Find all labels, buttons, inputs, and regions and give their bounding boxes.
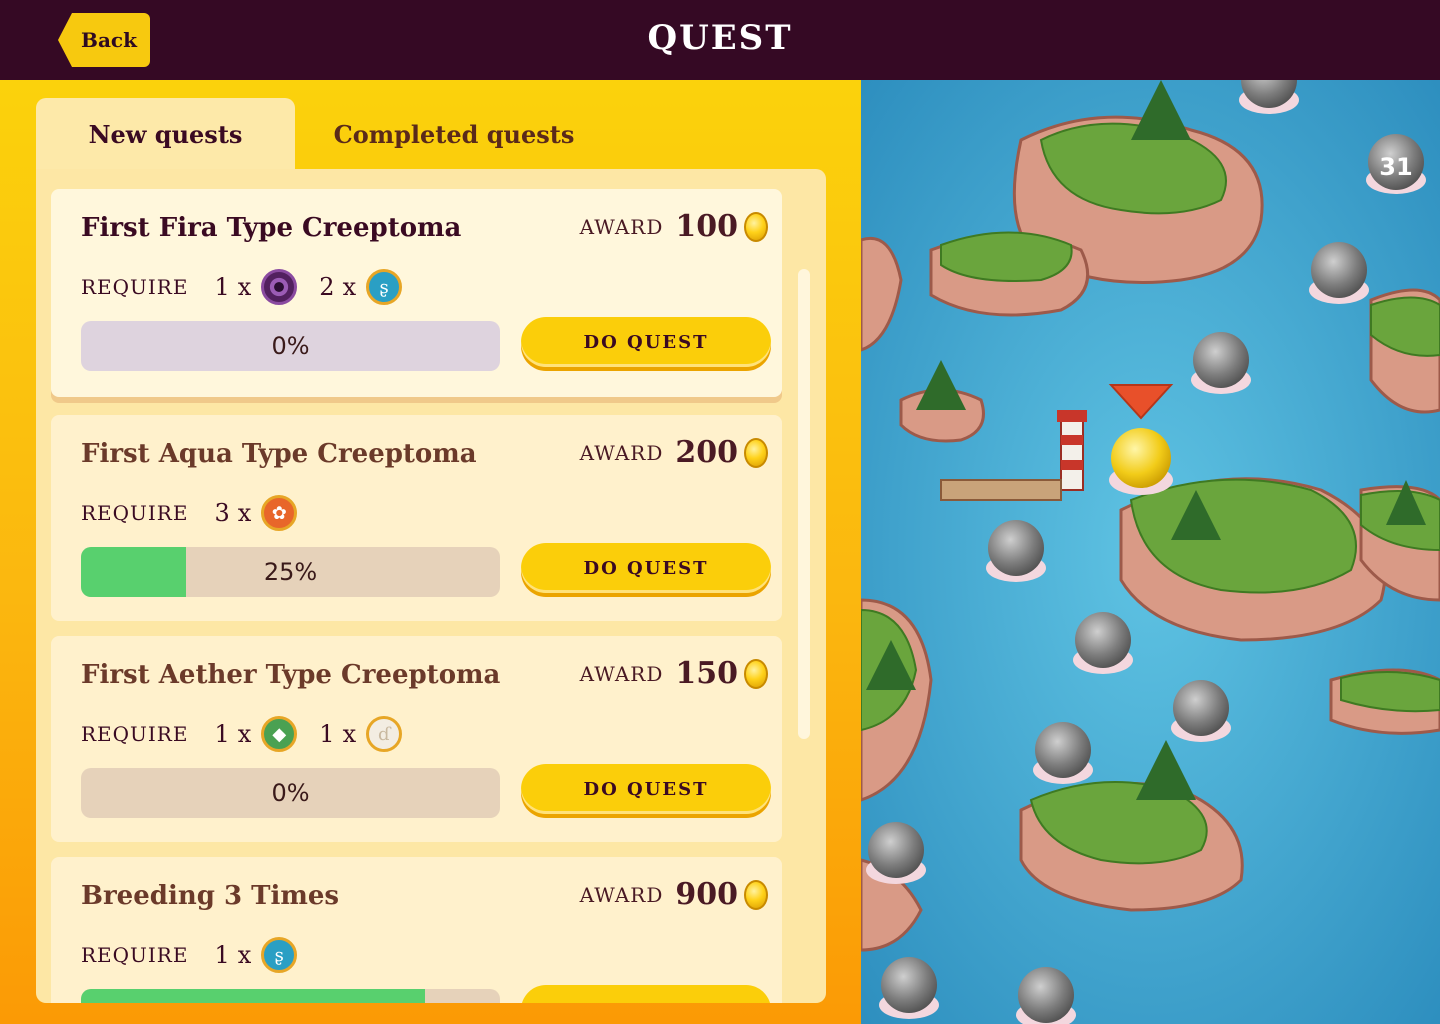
- times-sign: x: [237, 720, 252, 748]
- times-sign: x: [237, 273, 252, 301]
- coin-icon: [744, 879, 768, 910]
- fire-type-icon: ✿: [261, 495, 298, 531]
- quest-list: First Fira Type Creeptoma AWARD 100 REQU…: [36, 169, 826, 1003]
- terra-type-icon: ◆: [261, 716, 298, 752]
- world-map[interactable]: 31: [861, 80, 1440, 1024]
- quest-award: AWARD 150: [580, 656, 768, 691]
- quest-title: First Fira Type Creeptoma: [81, 213, 462, 243]
- quest-panel: New quests Completed quests First Fira T…: [0, 80, 861, 1024]
- award-label: AWARD: [579, 882, 664, 907]
- require-label: REQUIRE: [81, 501, 189, 525]
- award-label: AWARD: [579, 214, 664, 239]
- award-value: 900: [675, 877, 738, 912]
- progress-text: 25%: [263, 558, 318, 586]
- requirement-item: 2 x ʂ: [319, 269, 403, 305]
- quest-card: First Aqua Type Creeptoma AWARD 200 REQU…: [51, 415, 782, 621]
- requirement-item: 1 x ◆: [214, 716, 298, 752]
- times-sign: x: [342, 273, 357, 301]
- progress-text: [81, 989, 500, 1003]
- requirement-item: 1 x ɗ: [319, 716, 403, 752]
- quest-card: Breeding 3 Times AWARD 900 REQUIRE 1 x ʂ…: [51, 857, 782, 1003]
- progress-text: 0%: [271, 779, 310, 807]
- map-illustration: 31: [861, 80, 1440, 1024]
- quest-requirements: REQUIRE 1 x ◆ 1 x ɗ: [81, 716, 424, 752]
- progress-bar: 25%: [81, 547, 500, 597]
- times-sign: x: [237, 941, 252, 969]
- award-value: 100: [675, 209, 738, 244]
- award-label: AWARD: [579, 440, 664, 465]
- requirement-qty: 2: [319, 273, 335, 301]
- quest-card: First Fira Type Creeptoma AWARD 100 REQU…: [51, 189, 782, 397]
- tab-completed-quests[interactable]: Completed quests: [295, 98, 613, 170]
- do-quest-button[interactable]: DO QUEST: [521, 317, 771, 367]
- quest-requirements: REQUIRE 1 x ʂ: [81, 937, 319, 973]
- quest-title: First Aether Type Creeptoma: [81, 660, 501, 690]
- quest-requirements: REQUIRE 1 x 2 x ʂ: [81, 269, 424, 305]
- requirement-qty: 1: [214, 720, 230, 748]
- quest-award: AWARD 100: [580, 209, 768, 244]
- require-label: REQUIRE: [81, 722, 189, 746]
- do-quest-button[interactable]: DO QUEST: [521, 985, 771, 1003]
- top-bar: Back QUEST: [0, 0, 1440, 80]
- times-sign: x: [342, 720, 357, 748]
- requirement-item: 3 x ✿: [214, 495, 298, 531]
- quest-card: First Aether Type Creeptoma AWARD 150 RE…: [51, 636, 782, 842]
- progress-bar: 0%: [81, 768, 500, 818]
- award-label: AWARD: [579, 661, 664, 686]
- progress-bar: [81, 989, 500, 1003]
- coin-icon: [744, 211, 768, 242]
- level-badge-text: 31: [1379, 153, 1412, 181]
- award-value: 200: [675, 435, 738, 470]
- do-quest-button[interactable]: DO QUEST: [521, 543, 771, 593]
- requirement-qty: 1: [214, 941, 230, 969]
- progress-bar: 0%: [81, 321, 500, 371]
- require-label: REQUIRE: [81, 275, 189, 299]
- award-value: 150: [675, 656, 738, 691]
- requirement-qty: 1: [319, 720, 335, 748]
- scrollbar[interactable]: [798, 269, 810, 739]
- requirement-qty: 3: [214, 499, 230, 527]
- quest-requirements: REQUIRE 3 x ✿: [81, 495, 319, 531]
- coin-icon: [744, 437, 768, 468]
- fira-type-icon: [261, 269, 298, 305]
- quest-award: AWARD 900: [580, 877, 768, 912]
- quest-title: Breeding 3 Times: [81, 881, 340, 911]
- requirement-item: 1 x: [214, 269, 298, 305]
- times-sign: x: [237, 499, 252, 527]
- aether-type-icon: ɗ: [366, 716, 403, 752]
- progress-text: 0%: [271, 332, 310, 360]
- requirement-qty: 1: [214, 273, 230, 301]
- tab-new-quests[interactable]: New quests: [36, 98, 295, 170]
- require-label: REQUIRE: [81, 943, 189, 967]
- do-quest-button[interactable]: DO QUEST: [521, 764, 771, 814]
- aqua-type-icon: ʂ: [261, 937, 298, 973]
- requirement-item: 1 x ʂ: [214, 937, 298, 973]
- coin-icon: [744, 658, 768, 689]
- page-title: QUEST: [647, 18, 793, 58]
- quest-award: AWARD 200: [580, 435, 768, 470]
- aqua-type-icon: ʂ: [366, 269, 403, 305]
- quest-title: First Aqua Type Creeptoma: [81, 439, 477, 469]
